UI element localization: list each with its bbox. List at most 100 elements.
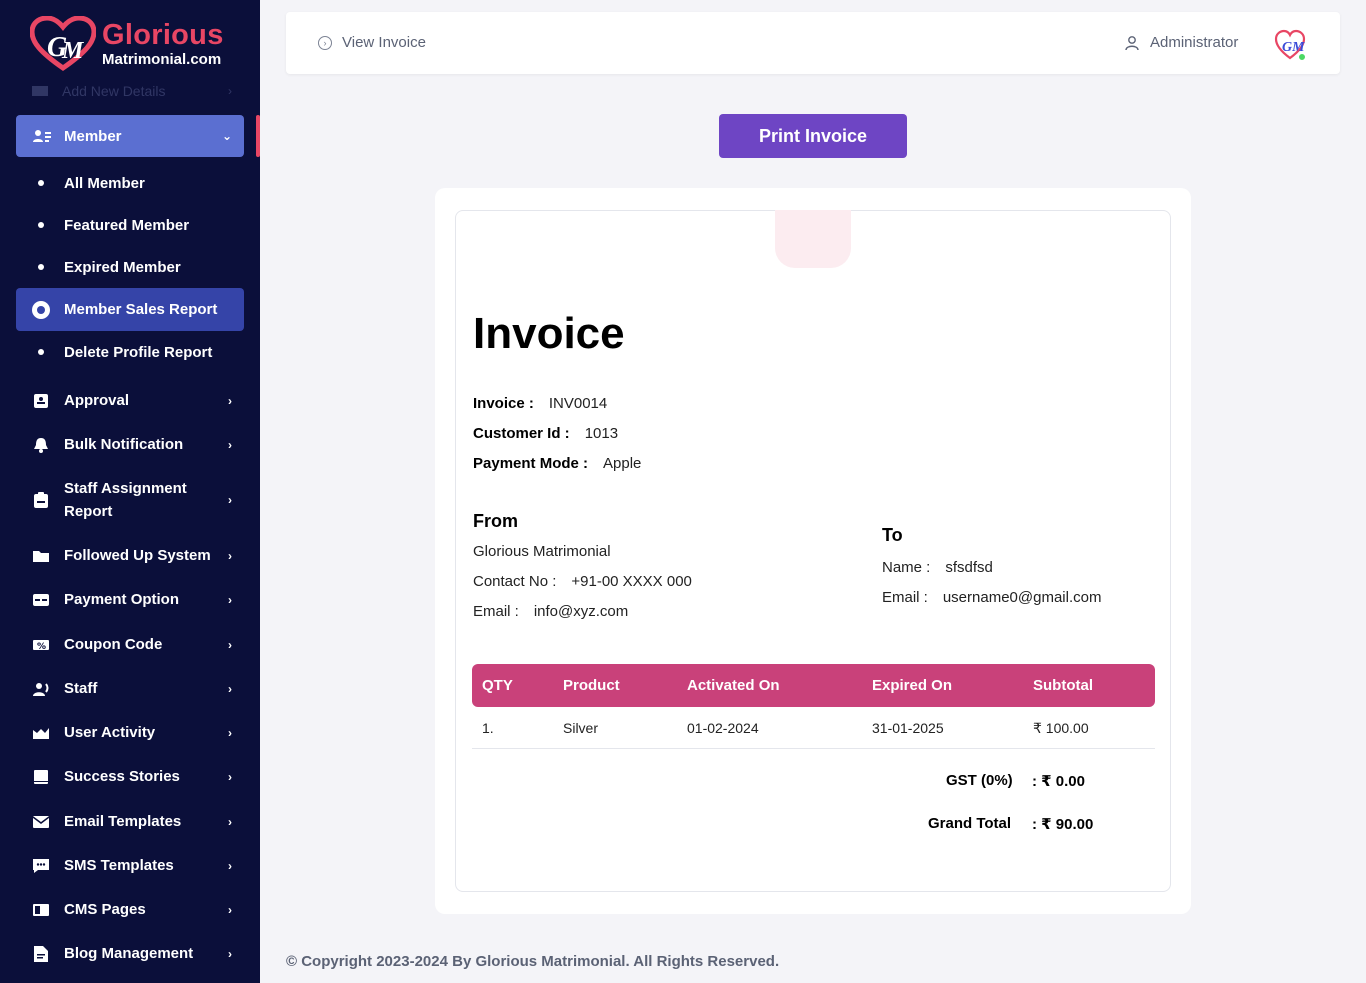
table-row: 1. Silver 01-02-2024 31-01-2025 ₹ 100.00	[472, 707, 1155, 749]
chevron-right-icon: ›	[228, 437, 232, 452]
from-heading: From	[473, 511, 518, 531]
payment-mode-row: Payment Mode : Apple	[473, 455, 642, 472]
avatar[interactable]: GM	[1274, 29, 1306, 61]
sidebar-subitem-delete-profile-report[interactable]: Delete Profile Report	[16, 334, 244, 370]
sidebar-item-blog-management[interactable]: Blog Management ›	[16, 942, 244, 965]
sidebar-item-success-stories[interactable]: Success Stories ›	[16, 765, 244, 788]
sidebar-item-coupon-code[interactable]: % Coupon Code ›	[16, 633, 244, 656]
bullet-icon	[38, 222, 44, 228]
details-icon	[32, 86, 48, 96]
decorative-tab	[775, 210, 851, 268]
col-header-expired-on: Expired On	[872, 677, 953, 694]
blog-icon	[32, 945, 50, 963]
chevron-right-icon: ›	[228, 902, 232, 917]
cell-expired-on: 31-01-2025	[872, 720, 944, 736]
sidebar-item-approval[interactable]: Approval ›	[16, 389, 244, 412]
cell-activated-on: 01-02-2024	[687, 720, 759, 736]
sidebar-item-user-activity[interactable]: User Activity ›	[16, 721, 244, 744]
radio-active-icon	[32, 300, 50, 319]
to-name: Name : sfsdfsd	[882, 559, 993, 576]
chevron-right-icon: ›	[228, 637, 232, 652]
user-name: Administrator	[1150, 34, 1239, 51]
sidebar-item-member[interactable]: Member ⌄	[16, 115, 244, 157]
logo-heart-icon: G M	[30, 16, 96, 72]
gst-value: : ₹ 0.00	[1032, 773, 1085, 790]
sidebar-item-staff[interactable]: Staff ›	[16, 677, 244, 700]
from-email: Email : info@xyz.com	[473, 603, 629, 620]
grand-total-label: Grand Total	[928, 815, 1012, 832]
invoice-table-header: QTY Product Activated On Expired On Subt…	[472, 664, 1155, 707]
chevron-right-icon: ›	[228, 84, 232, 98]
customer-id-row: Customer Id : 1013	[473, 425, 619, 442]
chevron-right-icon: ›	[228, 858, 232, 873]
to-heading: To	[882, 525, 903, 545]
breadcrumb-label: View Invoice	[342, 34, 426, 51]
to-email: Email : username0@gmail.com	[882, 589, 1102, 606]
col-header-subtotal: Subtotal	[1033, 677, 1093, 694]
bullet-icon	[38, 349, 44, 355]
chevron-right-icon: ›	[228, 946, 232, 961]
chevron-right-icon: ›	[228, 725, 232, 740]
arrow-circle-icon: ›	[318, 35, 332, 50]
chevron-down-icon: ⌄	[221, 129, 232, 143]
user-icon	[1125, 35, 1139, 50]
invoice-document: Invoice Invoice : INV0014 Customer Id : …	[455, 210, 1171, 892]
sidebar-item-bulk-notification[interactable]: Bulk Notification ›	[16, 433, 244, 456]
sms-icon	[32, 857, 50, 875]
chevron-right-icon: ›	[228, 814, 232, 829]
print-invoice-button[interactable]: Print Invoice	[719, 114, 907, 158]
sidebar-item-cms-pages[interactable]: CMS Pages ›	[16, 898, 244, 921]
from-contact: Contact No : +91-00 XXXX 000	[473, 573, 692, 590]
scroll-indicator	[256, 115, 260, 157]
card-icon	[32, 591, 50, 609]
activity-icon	[32, 724, 50, 742]
brand-domain: Matrimonial.com	[102, 51, 222, 68]
sidebar-item-email-templates[interactable]: Email Templates ›	[16, 810, 244, 833]
invoice-title: Invoice	[473, 309, 625, 358]
sidebar-subitem-all-member[interactable]: All Member	[16, 165, 244, 201]
chevron-right-icon: ›	[228, 548, 232, 563]
folder-icon	[32, 547, 50, 565]
grand-total-value: : ₹ 90.00	[1032, 816, 1094, 833]
sidebar: G M Glorious Matrimonial.com Add New Det…	[0, 0, 260, 983]
invoice-card: Invoice Invoice : INV0014 Customer Id : …	[435, 188, 1191, 914]
col-header-product: Product	[563, 677, 620, 694]
col-header-qty: QTY	[482, 677, 513, 694]
bullet-icon	[38, 264, 44, 270]
sidebar-item-add-new-details[interactable]: Add New Details ›	[32, 80, 232, 102]
col-header-activated-on: Activated On	[687, 677, 780, 694]
cell-subtotal: ₹ 100.00	[1033, 720, 1089, 736]
online-status-indicator	[1298, 53, 1306, 61]
bullet-icon	[38, 180, 44, 186]
sidebar-item-followed-up-system[interactable]: Followed Up System ›	[16, 544, 244, 567]
clipboard-icon	[32, 491, 50, 509]
approval-icon	[32, 392, 50, 410]
cell-qty: 1.	[482, 720, 494, 736]
chevron-right-icon: ›	[228, 493, 232, 507]
sidebar-item-staff-assignment-report[interactable]: Staff Assignment Report ›	[16, 477, 244, 523]
coupon-icon: %	[32, 636, 50, 654]
from-company: Glorious Matrimonial	[473, 543, 611, 560]
copyright-footer: © Copyright 2023-2024 By Glorious Matrim…	[286, 953, 780, 970]
chevron-right-icon: ›	[228, 592, 232, 607]
sidebar-item-payment-option[interactable]: Payment Option ›	[16, 588, 244, 611]
gst-label: GST (0%)	[946, 772, 1013, 789]
bell-icon	[32, 436, 50, 454]
sidebar-subitem-expired-member[interactable]: Expired Member	[16, 249, 244, 285]
cell-product: Silver	[563, 720, 599, 736]
user-menu[interactable]: Administrator	[1124, 34, 1238, 51]
svg-text:%: %	[37, 642, 46, 651]
brand-logo[interactable]: G M Glorious Matrimonial.com	[30, 14, 224, 74]
members-icon	[32, 126, 52, 146]
chevron-right-icon: ›	[228, 681, 232, 696]
sidebar-item-sms-templates[interactable]: SMS Templates ›	[16, 854, 244, 877]
chevron-right-icon: ›	[228, 769, 232, 784]
sidebar-subitem-featured-member[interactable]: Featured Member	[16, 207, 244, 243]
mail-icon	[32, 813, 50, 831]
sidebar-subitem-member-sales-report[interactable]: Member Sales Report	[16, 288, 244, 331]
brand-name: Glorious	[102, 19, 224, 51]
book-icon	[32, 768, 50, 786]
breadcrumb: › View Invoice	[318, 34, 426, 51]
pages-icon	[32, 901, 50, 919]
staff-icon	[32, 680, 50, 698]
